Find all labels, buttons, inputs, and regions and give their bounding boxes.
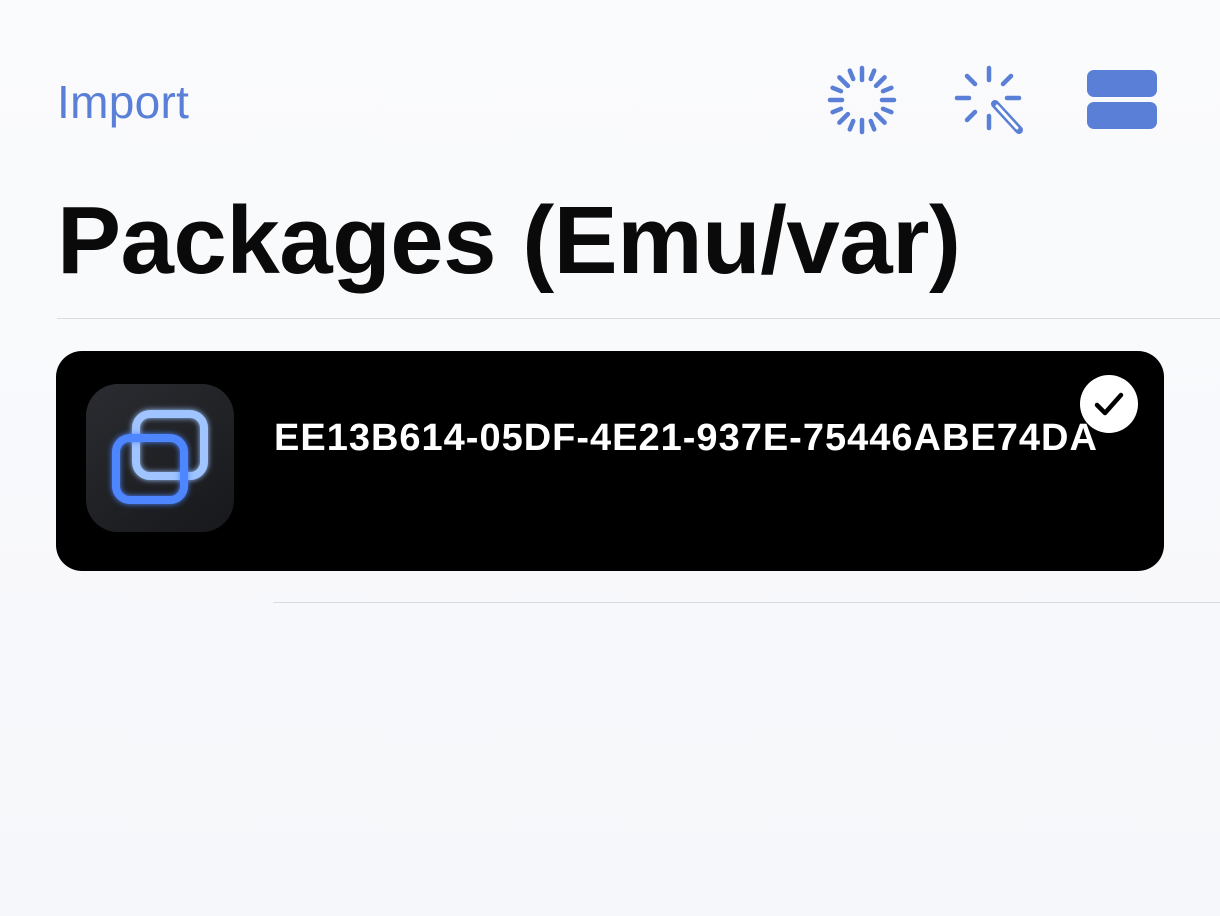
package-row[interactable]: EE13B614-05DF-4E21-937E-75446ABE74DA xyxy=(56,351,1164,571)
import-button[interactable]: Import xyxy=(57,74,189,130)
checkmark-icon xyxy=(1080,375,1138,433)
overlapping-squares-app-icon xyxy=(86,384,234,532)
navigation-bar: Import xyxy=(0,0,1220,160)
spinner-icon[interactable] xyxy=(822,60,902,140)
list-view-icon[interactable] xyxy=(1082,60,1162,140)
divider xyxy=(57,318,1220,319)
divider xyxy=(273,602,1220,603)
package-name: EE13B614-05DF-4E21-937E-75446ABE74DA xyxy=(274,417,1098,459)
packages-screen: Import Packages (Emu/var) EE13B614-05DF-… xyxy=(0,0,1220,916)
magic-wand-icon[interactable] xyxy=(951,60,1031,140)
page-title: Packages (Emu/var) xyxy=(57,187,961,294)
